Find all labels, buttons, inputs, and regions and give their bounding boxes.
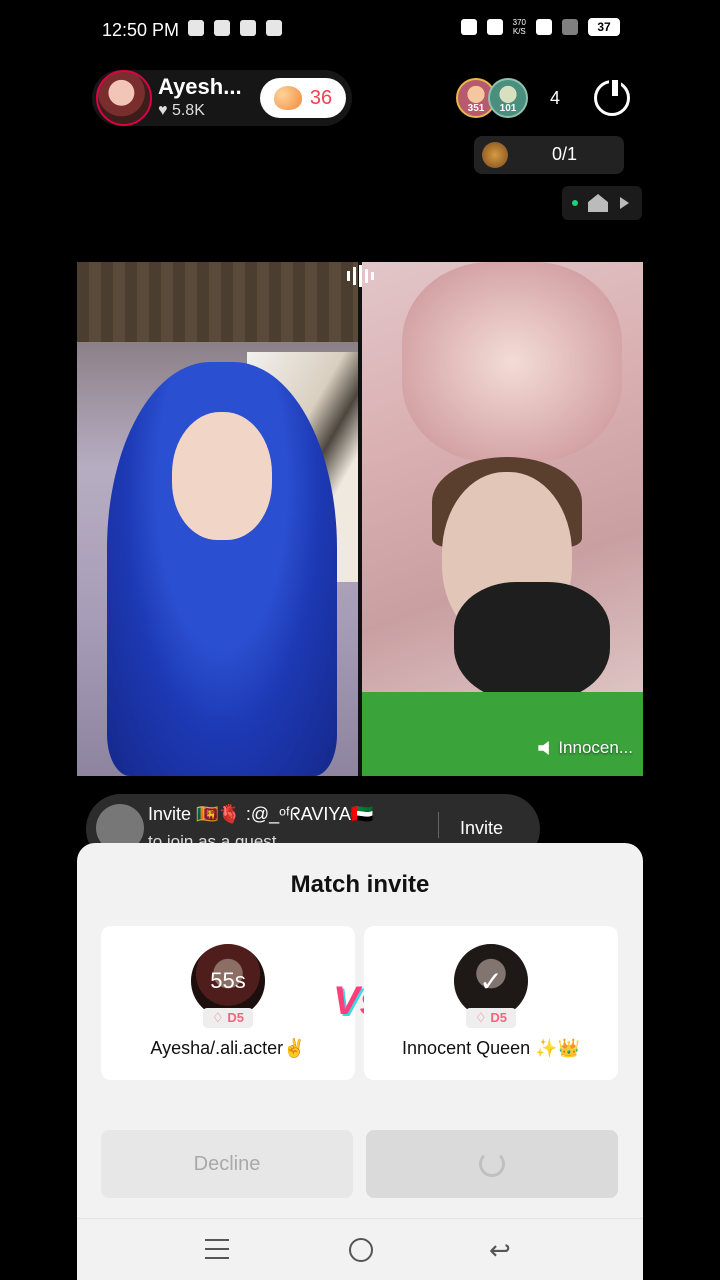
countdown-timer: 55s (191, 944, 265, 1018)
accept-button-loading[interactable] (366, 1130, 618, 1198)
play-icon[interactable] (620, 197, 629, 209)
system-nav-bar: ↩ (77, 1218, 643, 1280)
rank-pill[interactable]: 0/1 (474, 136, 624, 174)
invite-text: Invite 🇱🇰🫀 :@_ᵒᶠᖇAVIYA🇦🇪 (148, 804, 374, 824)
power-icon[interactable] (594, 77, 630, 116)
viewer-list[interactable]: 351 101 4 (456, 78, 560, 118)
home-icon[interactable] (588, 194, 608, 212)
background-poster (402, 262, 622, 462)
network-speed: 370 K/S (512, 18, 526, 36)
heart-icon (273, 86, 302, 110)
opponent-card-name: Innocent Queen ✨👑 (402, 1038, 580, 1058)
audio-level-icon (344, 264, 376, 288)
tier-badge: ♢ D5 (466, 1008, 516, 1028)
guest-mask (454, 582, 610, 702)
like-counter[interactable]: 36 (260, 78, 346, 118)
menu-icon[interactable] (205, 1239, 229, 1259)
viewer-badge: 101 (499, 103, 517, 114)
status-notification-icons (188, 20, 282, 36)
background-shelf (77, 262, 358, 342)
guest-name: Innocen... (558, 738, 633, 757)
opponent-card: ✓ ♢ D5 Innocent Queen ✨👑 (364, 926, 618, 1080)
sheet-title: Match invite (290, 871, 430, 898)
circle-home-icon[interactable] (349, 1238, 373, 1262)
invite-button[interactable]: Invite (460, 818, 503, 839)
battery-indicator: 37 (588, 18, 620, 36)
tiktok-icon (214, 20, 230, 36)
status-system-icons: 370 K/S 37 (460, 18, 620, 36)
live-status-dot (572, 200, 578, 206)
viewer-count[interactable]: 4 (550, 88, 560, 109)
wifi-icon (536, 19, 552, 35)
back-icon[interactable]: ↩ (489, 1237, 511, 1263)
host-avatar[interactable] (96, 70, 152, 126)
check-icon: ✓ (454, 944, 528, 1018)
video-icon (188, 20, 204, 36)
app-icon (240, 20, 256, 36)
opponent-card-avatar: ✓ (454, 944, 528, 1018)
host-likes: ♥ 5.8K (158, 102, 205, 119)
divider (438, 812, 439, 838)
status-bar: 12:50 PM 370 K/S 37 (0, 0, 720, 60)
signal-icon (562, 19, 578, 35)
rank-value: 0/1 (552, 144, 578, 164)
mute-icon (486, 19, 503, 35)
loading-spinner-icon (479, 1151, 505, 1177)
guest-shirt (362, 692, 643, 776)
gallery-icon (266, 20, 282, 36)
live-controls[interactable] (562, 186, 642, 220)
guest-name-tag[interactable]: Innocen... (538, 738, 633, 758)
match-invite-sheet: Match invite 55s ♢ D5 Ayesha/.ali.acter✌… (77, 843, 643, 1280)
viewer-avatar[interactable]: 101 (488, 78, 528, 118)
status-time: 12:50 PM (102, 20, 180, 40)
tier-badge: ♢ D5 (203, 1008, 253, 1028)
rank-icon (482, 142, 508, 168)
like-count: 36 (309, 86, 333, 109)
nfc-icon (460, 19, 477, 35)
host-card-name: Ayesha/.ali.acter✌️ (150, 1038, 306, 1058)
host-video[interactable] (77, 262, 358, 776)
speaker-icon (538, 741, 549, 755)
guest-video[interactable]: Innocen... (362, 262, 643, 776)
decline-button[interactable]: Decline (101, 1130, 353, 1198)
host-name: Ayesh... (158, 74, 242, 99)
battle-video-area[interactable]: Innocen... (77, 262, 643, 776)
host-card: 55s ♢ D5 Ayesha/.ali.acter✌️ (101, 926, 355, 1080)
host-face (172, 412, 272, 540)
host-card-avatar: 55s (191, 944, 265, 1018)
